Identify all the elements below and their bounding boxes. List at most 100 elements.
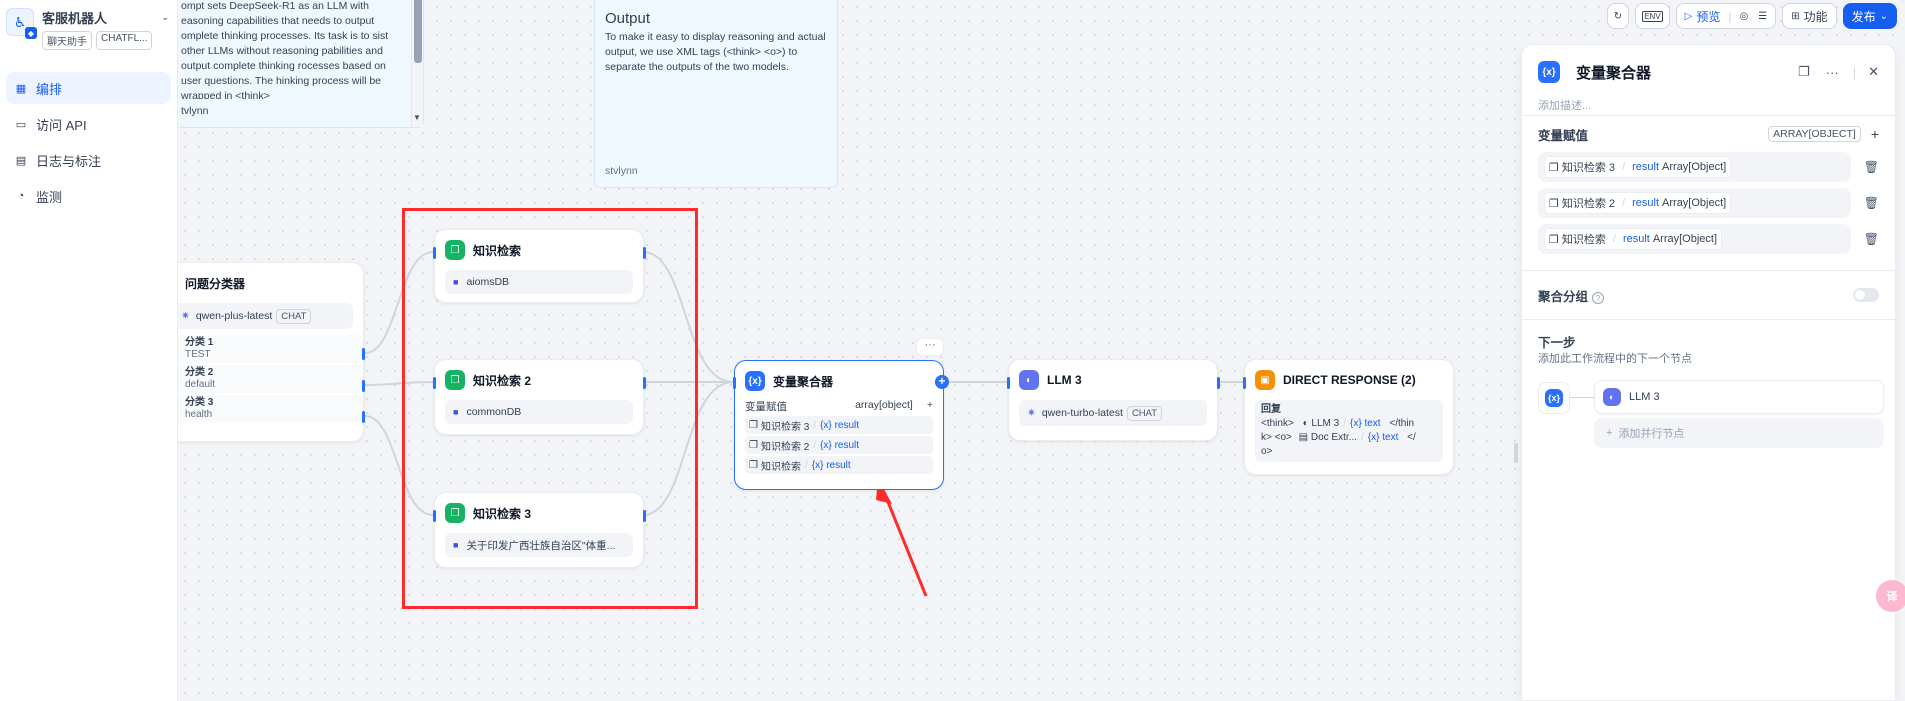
panel-title[interactable]: 变量聚合器 — [1576, 62, 1782, 83]
publish-label: 发布 — [1851, 9, 1876, 24]
checklist-icon[interactable]: ◎ — [1739, 11, 1748, 22]
variable-row: ❐ 知识检索 2/result Array[Object] 🗑 — [1538, 188, 1879, 218]
response-label: 回复 — [1261, 404, 1281, 415]
sidebar-item-orchestrate[interactable]: ▦ 编排 — [6, 72, 171, 104]
class3-out-port[interactable] — [362, 411, 365, 423]
model-row[interactable]: ✷ qwen-plus-latest CHAT — [178, 303, 353, 329]
model-row[interactable]: ✷ qwen-turbo-latest CHAT — [1019, 400, 1207, 426]
in-port[interactable] — [733, 377, 736, 389]
class-desc: TEST — [185, 349, 211, 360]
delete-icon[interactable]: 🗑 — [1851, 196, 1879, 210]
book-icon: ❐ — [1549, 233, 1559, 246]
in-port[interactable] — [1007, 377, 1010, 389]
sidebar-item-monitor[interactable]: ◔ 监测 — [6, 180, 171, 212]
add-variable-icon[interactable]: + — [1871, 126, 1879, 142]
aggregator-var-item[interactable]: ❐ 知识检索 / {x} result — [745, 456, 933, 474]
var-node: LLM 3 — [1311, 418, 1340, 429]
aggregator-var-item[interactable]: ❐ 知识检索 3/ {x} result — [745, 416, 933, 434]
class1-out-port[interactable] — [362, 348, 365, 360]
delete-icon[interactable]: 🗑 — [1851, 160, 1879, 174]
variable-row: ❐ 知识检索 3/result Array[Object] 🗑 — [1538, 152, 1879, 182]
log-icon: ▤ — [15, 154, 27, 167]
class-desc: default — [185, 379, 216, 390]
variable-selector[interactable]: ❐ 知识检索 2/result Array[Object] — [1538, 188, 1851, 218]
var-node: Doc Extr... — [1310, 432, 1357, 443]
model-tag: CHAT — [276, 308, 312, 324]
add-variable-icon[interactable]: + — [927, 399, 933, 411]
app-header[interactable]: ♿ ◆ 客服机器人 ⌄ 聊天助手 CHATFL... — [0, 0, 177, 52]
book-icon: ❐ — [749, 419, 758, 431]
node-variable-aggregator[interactable]: {x} 变量聚合器 变量赋值 array[object] + ❐ 知识检索 3/ … — [733, 360, 944, 490]
node-direct-response[interactable]: ▣ DIRECT RESPONSE (2) 回复 <think> ◐ LLM 3… — [1243, 359, 1454, 475]
env-button[interactable]: ENV — [1635, 3, 1670, 29]
preview-button[interactable]: ▷ 预览 | ◎ ☰ — [1675, 3, 1777, 29]
llm-icon: ◐ — [1603, 388, 1621, 406]
class-desc: health — [185, 409, 213, 420]
plus-icon: + — [1606, 427, 1613, 439]
next-node-name: LLM 3 — [1629, 391, 1660, 403]
delete-icon[interactable]: 🗑 — [1851, 232, 1879, 246]
sidebar-nav: ▦ 编排 ▭ 访问 API ▤ 日志与标注 ◔ 监测 — [0, 72, 177, 212]
text-fragment: </ — [1407, 432, 1416, 443]
add-parallel-label: 添加并行节点 — [1618, 428, 1685, 440]
class-item[interactable]: 分类 1 TEST — [178, 335, 363, 363]
class-item[interactable]: 分类 3 health — [178, 395, 363, 423]
var-name: {x} text — [1350, 418, 1381, 429]
highlight-frame — [402, 208, 698, 609]
aggregator-var-item[interactable]: ❐ 知识检索 2/ {x} result — [745, 436, 933, 454]
sidebar-item-logs[interactable]: ▤ 日志与标注 — [6, 144, 171, 176]
group-toggle[interactable] — [1853, 288, 1879, 302]
preview-label: 预览 — [1696, 9, 1721, 24]
close-icon[interactable]: ✕ — [1868, 64, 1879, 80]
chevron-down-icon[interactable]: ⌄ — [161, 12, 169, 23]
book-icon: ❐ — [749, 439, 758, 451]
help-icon[interactable]: ? — [1592, 292, 1605, 304]
class2-out-port[interactable] — [362, 380, 365, 392]
more-icon[interactable]: ··· — [1826, 65, 1839, 80]
app-mode-tag: 聊天助手 — [42, 31, 92, 50]
doc-icon: ▤ — [1298, 432, 1309, 443]
book-open-icon[interactable]: ❐ — [1798, 64, 1810, 80]
class-name: 分类 2 — [185, 367, 214, 378]
node-llm-3[interactable]: ◐ LLM 3 ✷ qwen-turbo-latest CHAT — [1007, 359, 1220, 441]
translate-float-button[interactable]: 译 — [1876, 580, 1905, 612]
var-node: 知识检索 2 — [760, 441, 810, 453]
layout-icon: ▦ — [15, 82, 27, 95]
app-type-tag: CHATFL... — [96, 31, 153, 50]
next-node-card[interactable]: ◐ LLM 3 — [1594, 380, 1884, 414]
panel-resize-handle[interactable] — [1514, 443, 1518, 463]
add-next-node-button[interactable]: + — [935, 375, 949, 389]
left-sidebar: ♿ ◆ 客服机器人 ⌄ 聊天助手 CHATFL... ▦ 编排 ▭ 访问 API ▤… — [0, 0, 178, 701]
in-port[interactable] — [1243, 377, 1246, 389]
list-icon[interactable]: ☰ — [1758, 11, 1767, 22]
text-fragment: </thin — [1389, 418, 1415, 429]
class-item[interactable]: 分类 2 default — [178, 365, 363, 393]
variable-selector[interactable]: ❐ 知识检索 / result Array[Object] — [1538, 224, 1851, 254]
node-title: LLM 3 — [1047, 373, 1082, 387]
node-title: 变量聚合器 — [773, 374, 834, 389]
node-question-classifier[interactable]: 问题分类器 ✷ qwen-plus-latest CHAT 分类 1 TEST … — [178, 262, 365, 442]
current-node-icon: {x} — [1538, 382, 1570, 414]
var-name: {x} text — [1367, 432, 1399, 443]
aggregator-head-type: array[object] — [855, 399, 913, 411]
out-port[interactable] — [1217, 377, 1220, 389]
aggregator-head-label: 变量赋值 — [745, 401, 787, 413]
features-button[interactable]: ⊞ 功能 — [1782, 3, 1837, 29]
add-parallel-node-button[interactable]: + 添加并行节点 — [1594, 418, 1884, 448]
sidebar-item-api[interactable]: ▭ 访问 API — [6, 108, 171, 140]
history-icon: ↻ — [1613, 10, 1623, 22]
publish-button[interactable]: 发布 ⌄ — [1842, 3, 1897, 29]
class-name: 分类 3 — [185, 397, 214, 408]
reply-icon: ▣ — [1255, 370, 1275, 390]
node-title: DIRECT RESPONSE (2) — [1283, 373, 1416, 387]
history-button[interactable]: ↻ — [1606, 3, 1630, 29]
node-more-button[interactable]: ··· — [916, 338, 944, 356]
variable-selector[interactable]: ❐ 知识检索 3/result Array[Object] — [1538, 152, 1851, 182]
env-icon: ENV — [1642, 10, 1663, 22]
description-input[interactable]: 添加描述... — [1522, 85, 1895, 115]
red-arrow-annotation — [876, 478, 928, 597]
response-content[interactable]: 回复 <think> ◐ LLM 3/{x} text </thin k> <o… — [1255, 400, 1443, 462]
vars-label: 变量赋值 — [1538, 128, 1589, 143]
llm-icon: ◐ — [1019, 370, 1039, 390]
app-name: 客服机器人 — [42, 11, 108, 26]
